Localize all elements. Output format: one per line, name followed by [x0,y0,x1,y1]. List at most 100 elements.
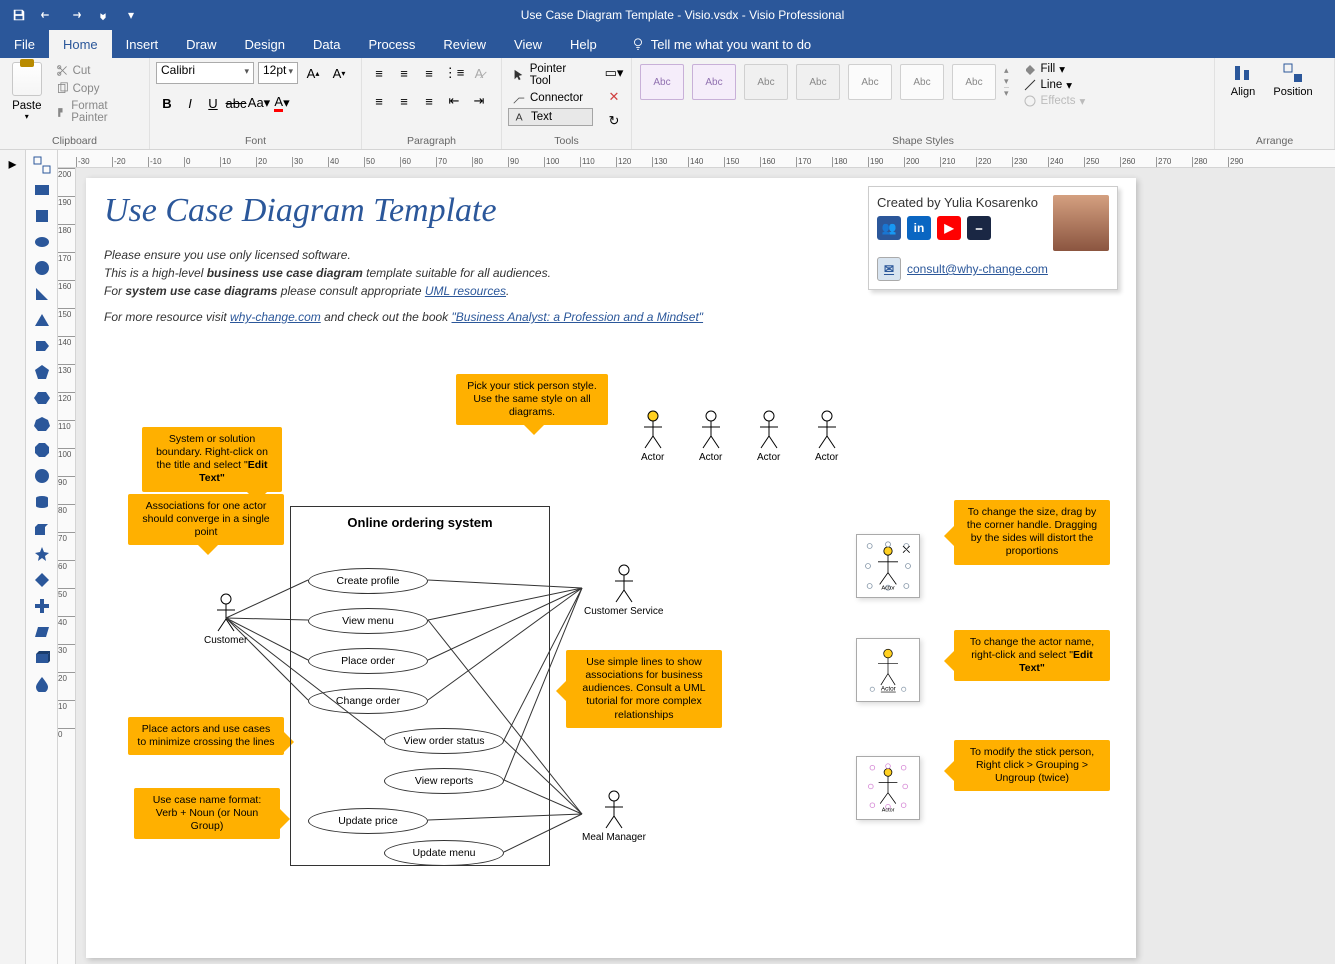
rotate-text-button[interactable]: ↻ [603,110,625,132]
redo-button[interactable] [62,2,88,28]
helper-size-demo[interactable]: Actor [856,534,920,598]
cube-shape[interactable] [34,520,50,536]
tab-process[interactable]: Process [354,30,429,58]
align-button[interactable]: Align [1221,62,1265,98]
undo-button[interactable] [34,2,60,28]
circle-shape[interactable] [34,260,50,276]
triangle-shape[interactable] [34,312,50,328]
actor-customer[interactable]: Customer [204,593,247,646]
save-button[interactable] [6,2,32,28]
decrease-indent-button[interactable]: ⇤ [443,90,465,112]
star-shape[interactable] [34,546,50,562]
decagon-shape[interactable] [34,468,50,484]
strikethrough-button[interactable]: abc [225,92,247,114]
tab-insert[interactable]: Insert [112,30,173,58]
style-swatch-5[interactable]: Abc [848,64,892,100]
usecase-update-price[interactable]: Update price [308,808,428,834]
style-swatch-3[interactable]: Abc [744,64,788,100]
ellipse-shape[interactable] [34,234,50,250]
helper-ungroup-demo[interactable]: Actor [856,756,920,820]
format-painter-button[interactable]: Format Painter [52,98,143,126]
tab-view[interactable]: View [500,30,556,58]
email-link[interactable]: ✉ consult@why-change.com [877,257,1109,281]
font-size-combo[interactable]: 12pt [258,62,298,84]
callout-boundary[interactable]: System or solution boundary. Right-click… [142,427,282,492]
octagon-shape[interactable] [34,442,50,458]
shrink-font-button[interactable]: A▾ [328,62,350,84]
align-top-button[interactable]: ≡ [368,62,390,84]
parallelogram-shape[interactable] [34,624,50,640]
style-gallery[interactable]: Abc Abc Abc Abc Abc Abc Abc ▴▾▾ [638,62,1011,102]
increase-indent-button[interactable]: ⇥ [468,90,490,112]
effects-button[interactable]: Effects▾ [1023,94,1086,108]
pointer-tool-button[interactable]: Pointer Tool [508,62,593,88]
uml-resources-link[interactable]: UML resources [425,284,506,298]
cross-shape[interactable] [34,598,50,614]
connection-point-button[interactable]: ✕ [603,86,625,108]
usecase-update-menu[interactable]: Update menu [384,840,504,866]
tab-home[interactable]: Home [49,30,112,58]
book-link[interactable]: "Business Analyst: a Profession and a Mi… [452,310,704,324]
rectangle-shape[interactable] [34,182,50,198]
tab-draw[interactable]: Draw [172,30,230,58]
touch-mode-button[interactable] [90,2,116,28]
paste-button[interactable]: Paste ▾ [6,62,48,121]
why-change-link[interactable]: why-change.com [230,310,321,324]
copy-button[interactable]: Copy [52,80,143,97]
callout-simple-lines[interactable]: Use simple lines to show associations fo… [566,650,722,728]
author-box[interactable]: Created by Yulia Kosarenko 👥 in ▶ ⎯ [868,186,1118,290]
usecase-view-reports[interactable]: View reports [384,768,504,794]
align-middle-button[interactable]: ≡ [393,62,415,84]
sample-actor-2[interactable]: Actor [699,410,722,463]
tab-help[interactable]: Help [556,30,611,58]
callout-modify-stick[interactable]: To modify the stick person, Right click … [954,740,1110,791]
rectangle-tool-button[interactable]: ▭▾ [603,62,625,84]
align-bottom-button[interactable]: ≡ [418,62,440,84]
grow-font-button[interactable]: A▴ [302,62,324,84]
style-swatch-6[interactable]: Abc [900,64,944,100]
tab-file[interactable]: File [0,30,49,58]
style-swatch-1[interactable]: Abc [640,64,684,100]
italic-button[interactable]: I [179,92,201,114]
usecase-view-order-status[interactable]: View order status [384,728,504,754]
change-case-button[interactable]: Aa▾ [248,92,270,114]
hexagon-shape[interactable] [34,390,50,406]
tell-me-search[interactable]: Tell me what you want to do [611,30,811,58]
callout-associations[interactable]: Associations for one actor should conver… [128,494,284,545]
pentagon-right-shape[interactable] [34,338,50,354]
position-button[interactable]: Position [1271,62,1315,98]
shapes-pane-toggle[interactable]: ▸ [0,150,26,964]
font-color-button[interactable]: A▾ [271,92,293,114]
youtube-icon[interactable]: ▶ [937,216,961,240]
sample-actor-3[interactable]: Actor [757,410,780,463]
diamond-shape[interactable] [34,572,50,588]
text-tool-button[interactable]: AText [508,108,593,126]
people-icon[interactable]: 👥 [877,216,901,240]
can-shape[interactable] [34,494,50,510]
clear-format-button[interactable]: A̷ [468,62,490,84]
quick-shapes-icon[interactable] [33,156,51,174]
style-swatch-2[interactable]: Abc [692,64,736,100]
style-swatch-7[interactable]: Abc [952,64,996,100]
tab-data[interactable]: Data [299,30,354,58]
usecase-change-order[interactable]: Change order [308,688,428,714]
intro-text[interactable]: Please ensure you use only licensed soft… [104,246,703,326]
sample-actor-4[interactable]: Actor [815,410,838,463]
callout-change-size[interactable]: To change the size, drag by the corner h… [954,500,1110,565]
square-shape[interactable] [34,208,50,224]
helper-name-demo[interactable]: Actor [856,638,920,702]
font-name-combo[interactable]: Calibri [156,62,254,84]
drop-shape[interactable] [34,676,50,692]
linkedin-icon[interactable]: in [907,216,931,240]
pentagon-shape[interactable] [34,364,50,380]
right-triangle-shape[interactable] [34,286,50,302]
underline-button[interactable]: U [202,92,224,114]
fill-button[interactable]: Fill▾ [1023,62,1086,76]
drawing-page[interactable]: Use Case Diagram Template Please ensure … [86,178,1136,958]
site-icon[interactable]: ⎯ [967,216,991,240]
callout-usecase-format[interactable]: Use case name format: Verb + Noun (or No… [134,788,280,839]
actor-meal-manager[interactable]: Meal Manager [582,790,646,843]
usecase-place-order[interactable]: Place order [308,648,428,674]
line-button[interactable]: Line▾ [1023,78,1086,92]
usecase-create-profile[interactable]: Create profile [308,568,428,594]
